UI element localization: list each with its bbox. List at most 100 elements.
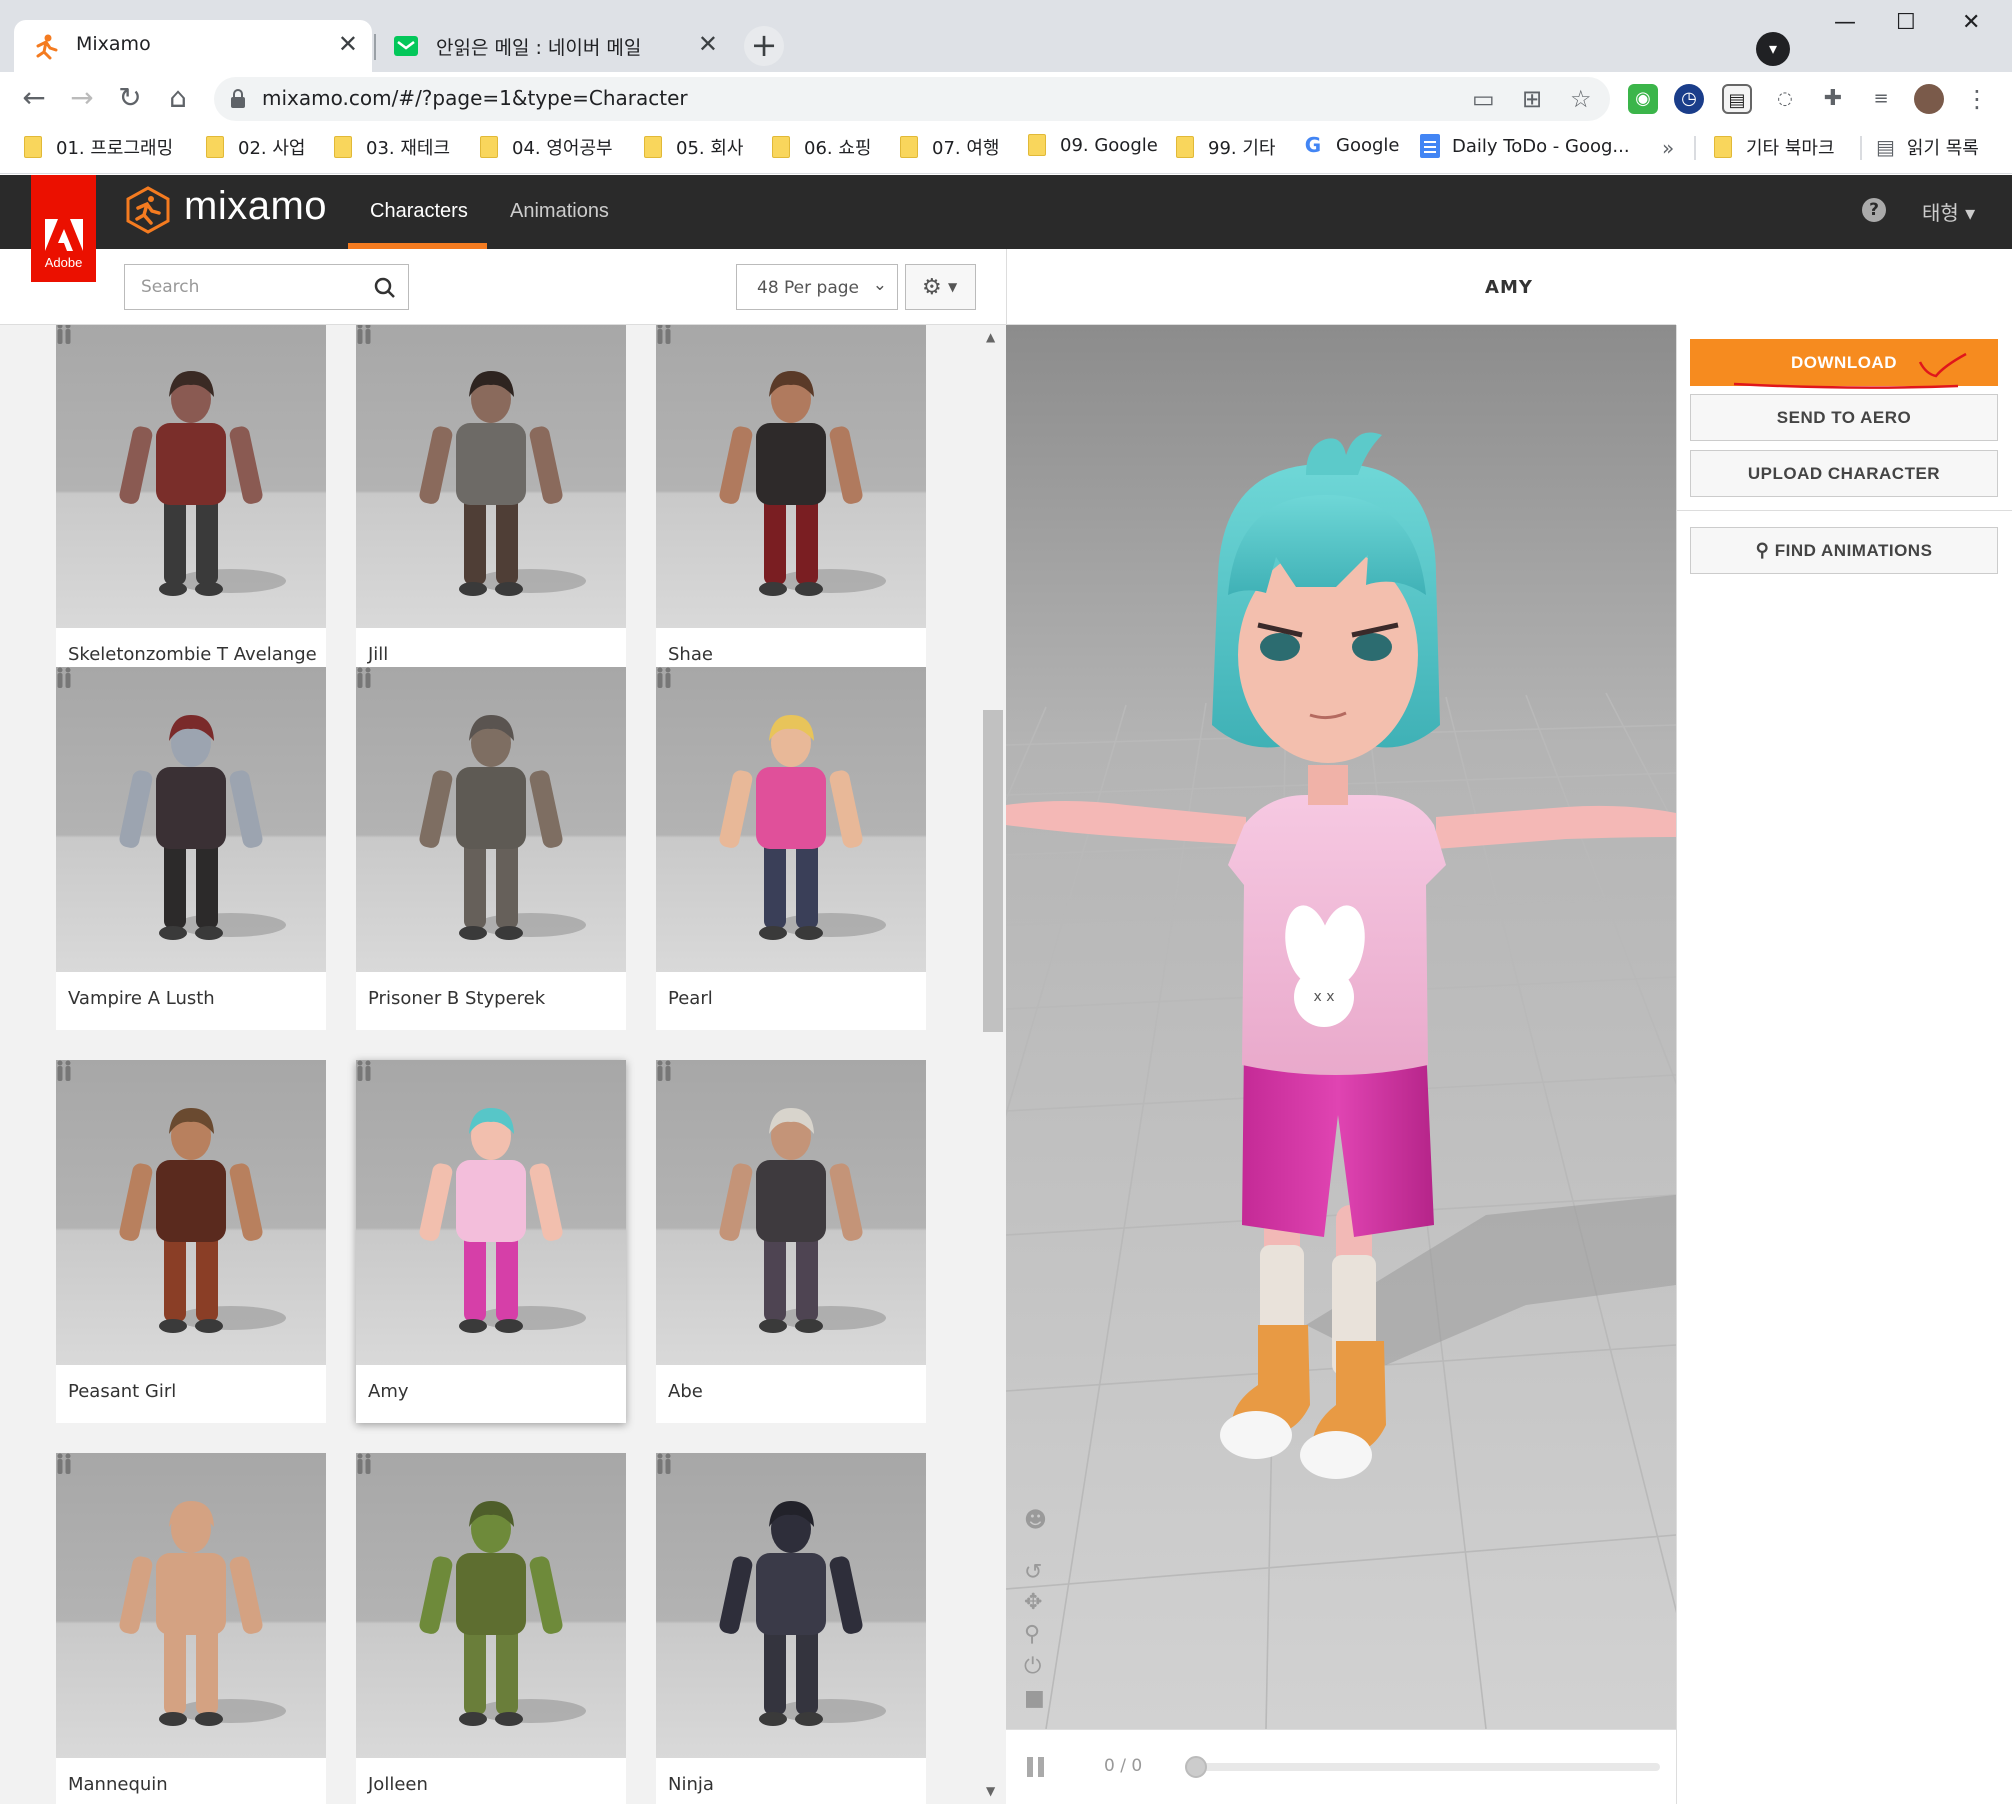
url-text[interactable]: mixamo.com/#/?page=1&type=Character: [262, 86, 688, 110]
address-bar[interactable]: mixamo.com/#/?page=1&type=Character ▭ ⊞ …: [214, 77, 1610, 121]
bookmark-folder[interactable]: 06. 쇼핑: [772, 134, 871, 160]
power-icon[interactable]: ⏻: [1024, 1654, 1041, 1679]
find-animations-button[interactable]: ⚲ FIND ANIMATIONS: [1690, 527, 1998, 574]
extension-clock-icon[interactable]: ◷: [1674, 84, 1704, 114]
mannequin-toggle-icon[interactable]: ☻: [1024, 1508, 1047, 1533]
character-card[interactable]: Pearl: [656, 667, 926, 1030]
tab-title: Mixamo: [76, 33, 151, 55]
camera-icon[interactable]: ■: [1024, 1686, 1045, 1711]
window-maximize-button[interactable]: ☐: [1896, 10, 1916, 35]
extension-mouse-icon[interactable]: ◌: [1770, 84, 1800, 114]
pan-move-icon[interactable]: ✥: [1024, 1590, 1042, 1615]
character-card[interactable]: Skeletonzombie T Avelange: [56, 325, 326, 686]
3d-viewport[interactable]: x x: [1006, 325, 1676, 1729]
tab-naver-mail[interactable]: 안읽은 메일 : 네이버 메일 ✕: [374, 20, 732, 72]
home-icon[interactable]: ⌂: [158, 78, 198, 118]
character-card[interactable]: Peasant Girl: [56, 1060, 326, 1423]
bookmark-divider: [1860, 136, 1862, 160]
upload-character-button[interactable]: UPLOAD CHARACTER: [1690, 450, 1998, 497]
bookmark-label: 04. 영어공부: [512, 138, 613, 159]
apps-grid-icon[interactable]: ⊞: [1522, 85, 1542, 113]
character-card[interactable]: Vampire A Lusth: [56, 667, 326, 1030]
search-input[interactable]: Search: [141, 277, 199, 297]
per-page-select[interactable]: 48 Per page ⌄: [736, 264, 898, 310]
profile-avatar[interactable]: [1914, 84, 1944, 114]
nav-characters[interactable]: Characters: [370, 200, 468, 223]
window-close-button[interactable]: ✕: [1962, 10, 1980, 35]
app-root: Mixamo ✕ 안읽은 메일 : 네이버 메일 ✕ + ▾ — ☐ ✕ ← →…: [0, 0, 2012, 1804]
user-menu-dropdown[interactable]: 태형 ▾: [1922, 197, 1975, 226]
pause-icon[interactable]: [1027, 1757, 1045, 1777]
send-to-aero-button[interactable]: SEND TO AERO: [1690, 394, 1998, 441]
bookmark-other[interactable]: 기타 북마크: [1714, 134, 1835, 160]
character-card[interactable]: Jolleen: [356, 1453, 626, 1804]
reading-list[interactable]: ▤ 읽기 목록: [1876, 134, 1979, 160]
scrollbar-thumb[interactable]: [983, 710, 1003, 1032]
character-card[interactable]: Shae: [656, 325, 926, 686]
back-arrow-icon[interactable]: ←: [14, 78, 54, 118]
bookmark-label: 읽기 목록: [1906, 138, 1979, 159]
adobe-logo[interactable]: Adobe: [31, 175, 96, 282]
extension-green-icon[interactable]: ◉: [1628, 84, 1658, 114]
forward-arrow-icon[interactable]: →: [62, 78, 102, 118]
cast-icon[interactable]: ▭: [1472, 85, 1495, 113]
bookmark-google[interactable]: G Google: [1302, 134, 1400, 156]
tab-close-icon[interactable]: ✕: [338, 30, 358, 58]
character-card[interactable]: Abe: [656, 1060, 926, 1423]
tab-search-icon[interactable]: ▾: [1756, 32, 1790, 66]
character-thumbnail: [656, 1060, 926, 1365]
character-figure: [119, 1108, 286, 1333]
extensions-puzzle-icon[interactable]: ✚: [1818, 84, 1848, 114]
tab-mixamo[interactable]: Mixamo ✕: [14, 20, 372, 72]
people-icon: [357, 325, 371, 344]
bookmark-folder[interactable]: 01. 프로그래밍: [24, 134, 173, 160]
bookmark-label: 02. 사업: [238, 138, 306, 159]
tab-close-icon[interactable]: ✕: [698, 30, 718, 58]
search-field[interactable]: Search: [124, 264, 409, 310]
character-name: Skeletonzombie T Avelange: [68, 644, 317, 665]
mixamo-wordmark[interactable]: mixamo: [184, 184, 327, 229]
bookmark-folder[interactable]: 04. 영어공부: [480, 134, 613, 160]
scrollbar-track[interactable]: [980, 325, 1006, 1804]
bookmark-folder[interactable]: 03. 재테크: [334, 134, 450, 160]
browser-menu-icon[interactable]: ⋮: [1962, 84, 1992, 114]
bookmark-star-icon[interactable]: ☆: [1570, 85, 1592, 113]
settings-dropdown-button[interactable]: ⚙ ▼: [905, 264, 976, 310]
character-figure: [719, 715, 886, 940]
timeline-slider[interactable]: [1192, 1763, 1660, 1771]
browser-toolbar: ← → ↻ ⌂ mixamo.com/#/?page=1&type=Charac…: [0, 72, 2012, 124]
more-bookmarks-chevron-icon[interactable]: »: [1662, 136, 1674, 160]
nav-animations[interactable]: Animations: [510, 200, 609, 223]
people-icon: [57, 1060, 71, 1081]
search-icon[interactable]: [374, 277, 396, 299]
mixamo-logo-icon[interactable]: [124, 186, 172, 234]
bookmark-folder[interactable]: 99. 기타: [1176, 134, 1275, 160]
character-card[interactable]: Amy: [356, 1060, 626, 1423]
people-icon: [657, 1453, 671, 1474]
bookmark-daily-todo[interactable]: Daily ToDo - Goog...: [1420, 134, 1630, 158]
find-animations-label: FIND ANIMATIONS: [1774, 541, 1933, 560]
bookmark-folder[interactable]: 05. 회사: [644, 134, 743, 160]
mixamo-favicon-icon: [36, 34, 58, 60]
timeline-handle[interactable]: [1185, 1756, 1207, 1778]
google-docs-icon: [1420, 134, 1440, 158]
media-control-icon[interactable]: ≡: [1866, 84, 1896, 114]
scroll-up-arrow-icon[interactable]: ▲: [986, 330, 995, 344]
reset-view-icon[interactable]: ↺: [1024, 1560, 1042, 1585]
reload-icon[interactable]: ↻: [110, 78, 150, 118]
scroll-down-arrow-icon[interactable]: ▼: [986, 1784, 995, 1798]
character-card[interactable]: Ninja: [656, 1453, 926, 1804]
zoom-icon[interactable]: ⚲: [1024, 1622, 1040, 1647]
character-figure: [719, 1501, 886, 1726]
bookmark-folder[interactable]: 02. 사업: [206, 134, 305, 160]
character-card[interactable]: Jill: [356, 325, 626, 686]
help-icon[interactable]: ?: [1862, 198, 1886, 222]
character-card[interactable]: Prisoner B Styperek: [356, 667, 626, 1030]
bookmark-folder[interactable]: 09. Google: [1028, 134, 1158, 156]
new-tab-button[interactable]: +: [744, 26, 784, 66]
extension-clapper-icon[interactable]: ▤: [1722, 84, 1752, 114]
people-icon: [357, 1453, 371, 1474]
character-card[interactable]: Mannequin: [56, 1453, 326, 1804]
window-minimize-button[interactable]: —: [1834, 10, 1856, 35]
bookmark-folder[interactable]: 07. 여행: [900, 134, 999, 160]
